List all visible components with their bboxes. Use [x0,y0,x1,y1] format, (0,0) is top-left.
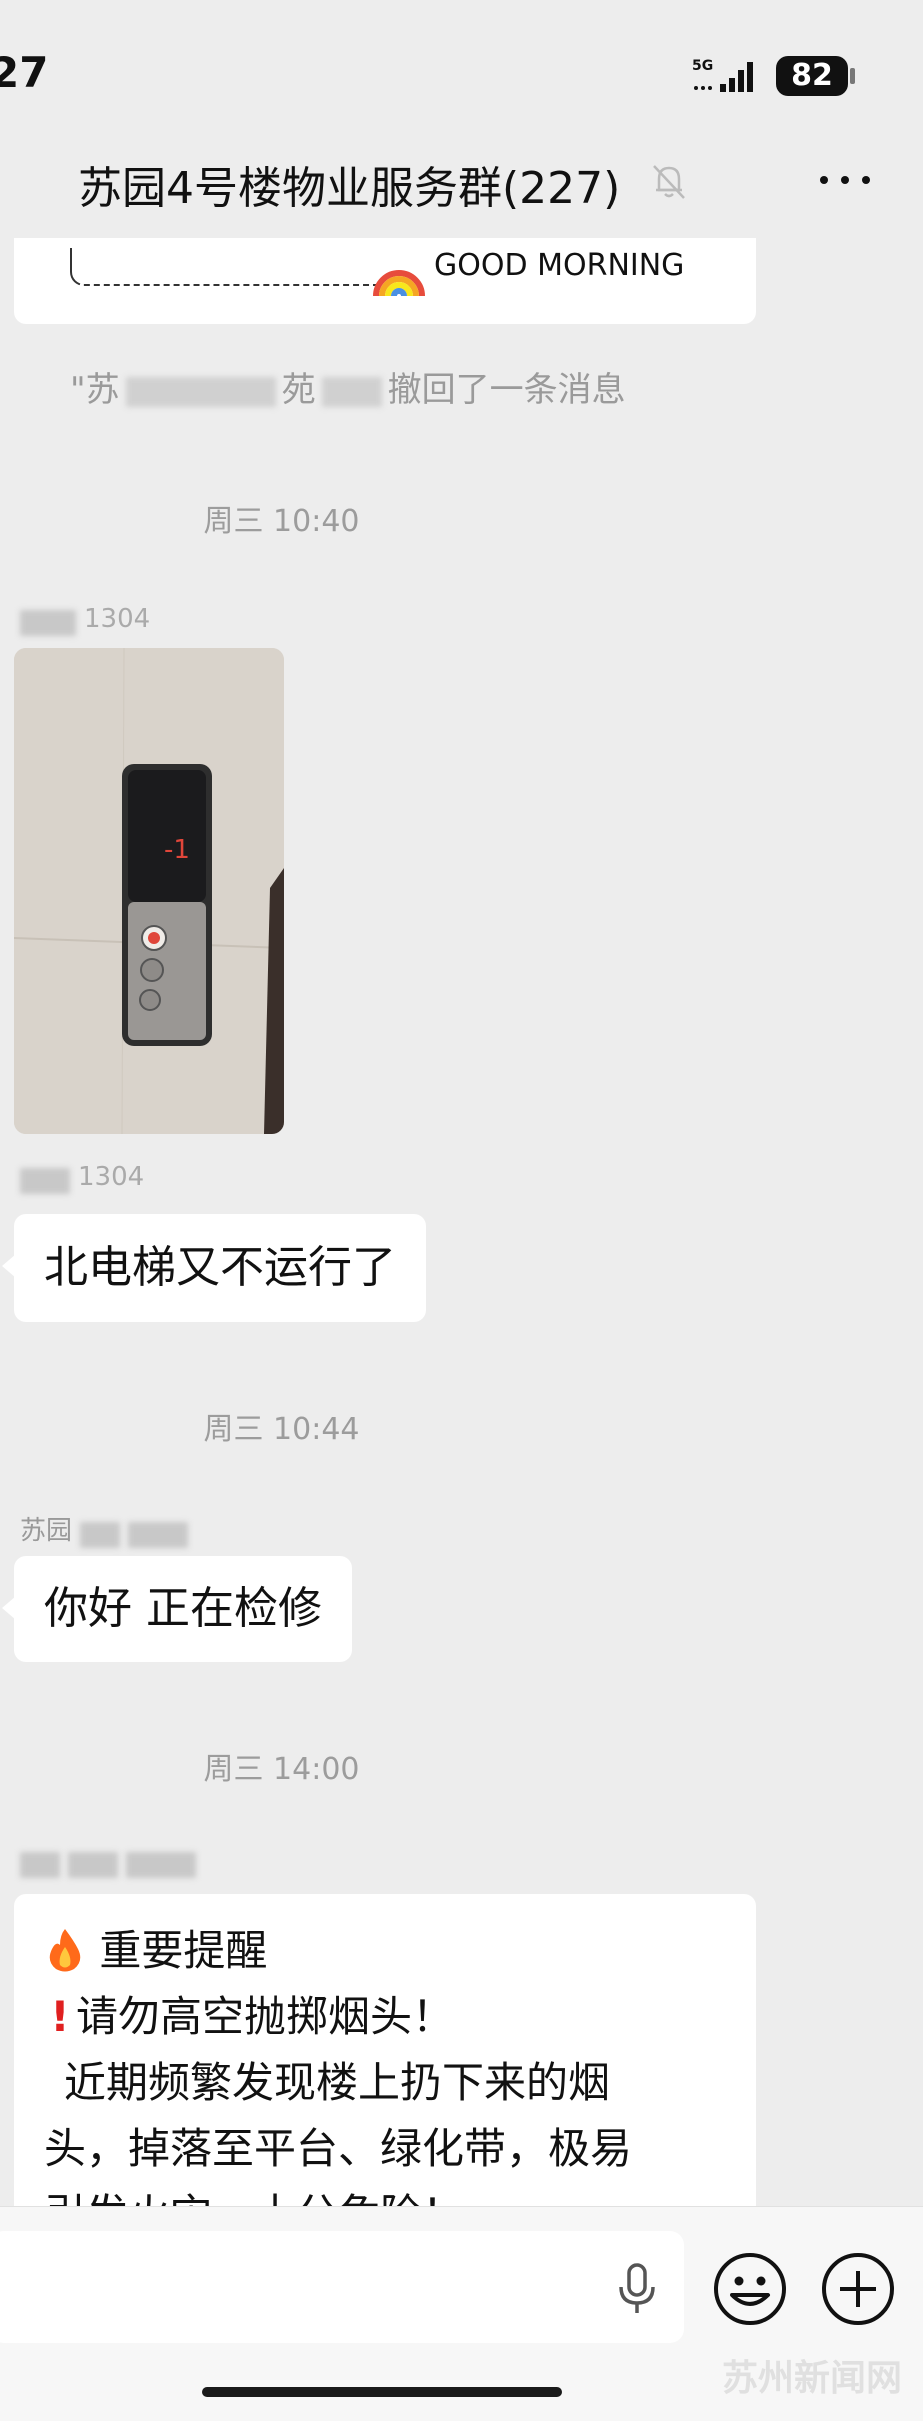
rainbow-icon [373,270,425,297]
notice-line: 重要提醒 [44,1918,726,1984]
elevator-photo-message[interactable]: -1 [14,648,284,1134]
time-separator: 周三 10:40 [203,504,360,539]
fire-icon [49,1929,81,1972]
sender-name-suffix: 1304 [78,1162,145,1192]
blurred-name [125,376,276,407]
recall-name-start: "苏 [70,370,120,410]
blurred-name [321,376,382,407]
blurred-name [68,1852,118,1878]
chat-header: 苏园4号楼物业服务群(227) [0,140,923,240]
home-indicator[interactable] [202,2387,562,2397]
time-separator: 周三 10:44 [203,1412,360,1447]
sender-name-prefix: 苏园 [20,1516,73,1546]
blurred-name [20,1852,60,1878]
notice-title: 重要提醒 [99,1926,268,1975]
sender-name: 1304 [20,1162,144,1196]
blurred-name [128,1521,189,1548]
sender-name [20,1852,204,1886]
morning-card-text: GOOD MORNING [434,248,685,283]
message-bubble[interactable]: 北电梯又不运行了 [2,1214,426,1322]
battery-tip [850,68,855,84]
battery-indicator: 82 [776,56,848,96]
elevator-panel-image: -1 [14,648,284,1134]
notice-line: 头，掉落至平台、绿化带，极易 [44,2124,633,2173]
morning-card-message[interactable]: GOOD MORNING [14,238,756,324]
sender-name-suffix: 1304 [84,604,151,634]
recall-text: 撤回了一条消息 [387,370,626,410]
notice-line: ! 请勿高空抛掷烟头！ [44,1984,726,2050]
message-input-bar: 苏州新闻网 [0,2206,923,2421]
status-time: 27 [0,48,49,97]
blurred-name [20,609,76,636]
sender-name: 1304 [20,604,150,638]
elevator-floor-display: -1 [164,835,190,865]
emoji-button[interactable] [712,2251,788,2327]
microphone-icon[interactable] [610,2259,664,2319]
mute-bell-icon [653,165,685,199]
signal-icon: 5G [692,58,753,92]
notice-line: 近期频繁发现楼上扔下来的烟 [64,2058,611,2107]
chat-title[interactable]: 苏园4号楼物业服务群(227) [78,152,620,216]
exclamation-icon: ! [50,1992,70,2041]
time-separator: 周三 14:00 [203,1752,360,1787]
message-input[interactable] [0,2231,684,2343]
watermark: 苏州新闻网 [722,2358,903,2399]
recall-notice: "苏 苑 撤回了一条消息 [70,362,626,411]
more-options-button[interactable] [810,160,880,200]
decorative-dashed-line [70,248,376,286]
status-bar: 27 5G 82 [0,0,923,140]
blurred-name [80,1521,121,1548]
recall-name-part: 苑 [281,370,316,410]
blurred-name [20,1167,70,1194]
network-label: 5G [692,58,713,74]
notice-message-bubble[interactable]: 重要提醒 ! 请勿高空抛掷烟头！ 近期频繁发现楼上扔下来的烟 头，掉落至平台、绿化… [14,1894,756,2234]
sender-name: 苏园 [20,1510,196,1548]
notice-warning: 请勿高空抛掷烟头！ [76,1992,455,2041]
plus-button[interactable] [820,2251,896,2327]
message-bubble[interactable]: 你好 正在检修 [2,1556,352,1662]
blurred-name [126,1852,196,1878]
